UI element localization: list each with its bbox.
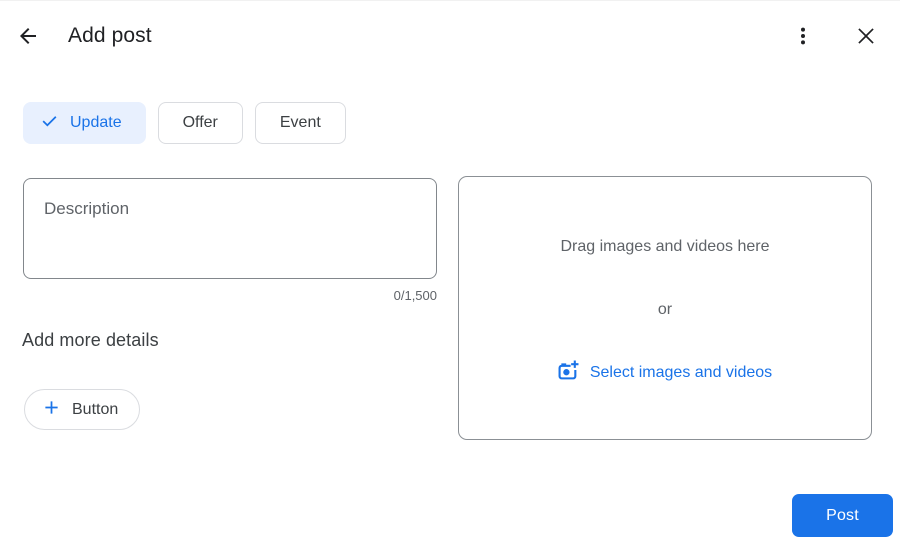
tab-update-label: Update <box>70 114 122 131</box>
post-type-tabs: Update Offer Event <box>23 102 346 144</box>
tab-offer[interactable]: Offer <box>157 102 243 144</box>
arrow-back-icon <box>16 24 40 51</box>
close-icon <box>854 24 878 51</box>
media-drop-zone[interactable]: Drag images and videos here or Select im… <box>458 176 872 440</box>
checkmark-icon <box>40 111 59 135</box>
or-text: or <box>657 301 673 318</box>
select-images-label: Select images and videos <box>589 364 773 381</box>
add-more-details-heading: Add more details <box>22 330 159 350</box>
description-box <box>23 178 437 279</box>
add-button-chip[interactable]: Button <box>24 389 141 430</box>
tab-event[interactable]: Event <box>254 102 346 144</box>
description-input[interactable] <box>23 178 437 279</box>
more-vertical-icon <box>791 24 815 51</box>
add-post-dialog: { "header": { "title": "Add post", "back… <box>0 0 900 548</box>
tab-update[interactable]: Update <box>23 102 146 144</box>
tab-offer-label: Offer <box>182 114 218 131</box>
more-options-button[interactable] <box>789 23 817 51</box>
add-photo-icon <box>558 360 579 386</box>
select-images-link[interactable]: Select images and videos <box>459 360 871 386</box>
page-title: Add post <box>68 24 152 47</box>
tab-event-label: Event <box>279 114 321 131</box>
close-button[interactable] <box>852 23 880 51</box>
post-button[interactable]: Post <box>792 494 893 537</box>
drag-text: Drag images and videos here <box>560 238 770 255</box>
character-counter: 0/1,500 <box>393 288 437 303</box>
add-button-chip-label: Button <box>72 400 119 418</box>
back-button[interactable] <box>14 23 42 51</box>
plus-icon <box>41 397 62 423</box>
